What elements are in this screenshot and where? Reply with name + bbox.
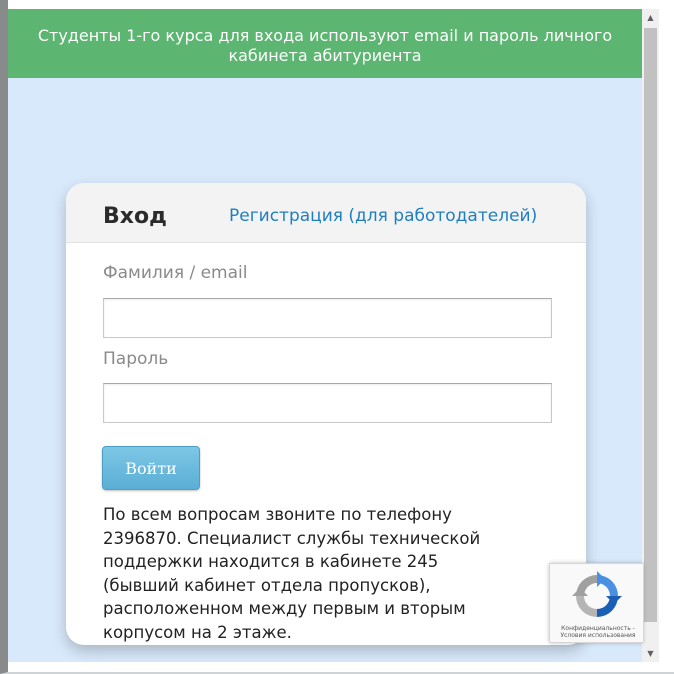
scroll-down-arrow-icon[interactable]: ▼ <box>642 645 659 662</box>
recaptcha-logo-icon <box>572 571 622 617</box>
support-info-line: корпусом на 2 этаже. <box>103 622 292 642</box>
support-info-line: 2396870. Специалист службы технической <box>103 528 481 548</box>
vertical-scrollbar[interactable]: ▲ ▼ <box>642 9 659 662</box>
password-label: Пароль <box>103 349 169 369</box>
login-card: Вход Регистрация (для работодателей) Фам… <box>66 183 586 645</box>
username-input[interactable] <box>103 298 552 338</box>
notice-banner-line-1: Студенты 1-го курса для входа используют… <box>37 26 613 45</box>
scroll-up-arrow-icon[interactable]: ▲ <box>642 9 659 26</box>
recaptcha-badge[interactable]: Конфиденциальность - Условия использован… <box>549 563 643 643</box>
login-title: Вход <box>103 204 167 229</box>
username-label: Фамилия / email <box>103 263 248 283</box>
support-info-line: (бывший кабинет отдела пропусков), <box>103 575 431 595</box>
scroll-thumb[interactable] <box>644 28 657 622</box>
recaptcha-terms-link[interactable]: Условия использования <box>554 632 642 639</box>
notice-banner-line-2: кабинета абитуриента <box>228 46 422 65</box>
notice-banner: Студенты 1-го курса для входа используют… <box>8 9 642 78</box>
recaptcha-legal: Конфиденциальность - Условия использован… <box>554 625 642 639</box>
login-card-header: Вход Регистрация (для работодателей) <box>66 183 586 243</box>
login-button[interactable]: Войти <box>102 446 200 490</box>
page-viewport: Студенты 1-го курса для входа используют… <box>8 9 642 662</box>
employer-registration-link[interactable]: Регистрация (для работодателей) <box>229 206 537 226</box>
support-info-line: По всем вопросам звоните по телефону <box>103 505 452 524</box>
password-input[interactable] <box>103 383 552 423</box>
support-info-line: расположенном между первым и вторым <box>103 599 466 618</box>
support-info-line: поддержки находится в кабинете 245 <box>103 552 439 571</box>
support-info: По всем вопросам звоните по телефону 239… <box>103 503 523 644</box>
recaptcha-privacy-link[interactable]: Конфиденциальность - <box>554 625 642 632</box>
